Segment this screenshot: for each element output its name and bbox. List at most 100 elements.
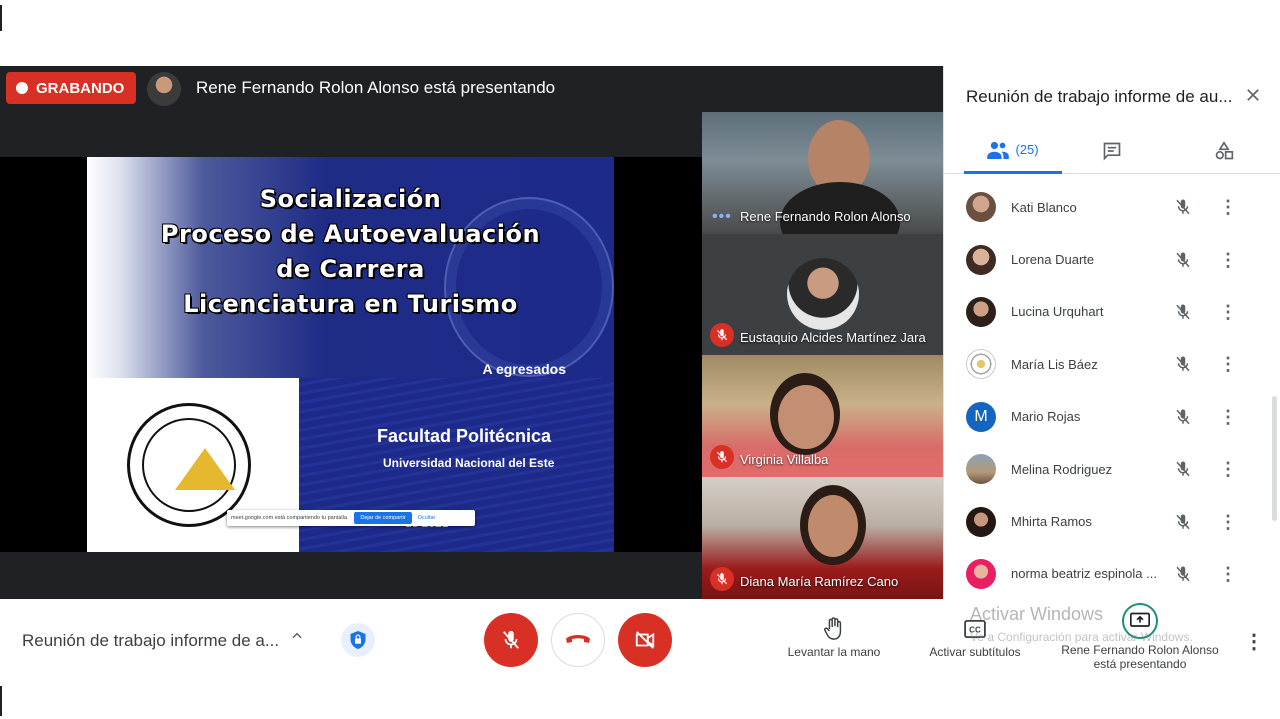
more-options-icon[interactable]: ⋮ <box>1219 511 1237 533</box>
university-name: Universidad Nacional del Este <box>383 456 555 470</box>
tab-activities[interactable] <box>1176 128 1272 174</box>
avatar <box>966 296 996 327</box>
panel-tabs: (25) <box>944 128 1280 174</box>
participant-name: Virginia Villalba <box>740 452 829 467</box>
shared-screen: Socialización Proceso de Autoevaluación … <box>0 157 702 552</box>
participant-name: Rene Fernando Rolon Alonso <box>740 209 911 224</box>
participant-name: Lorena Duarte <box>1011 252 1095 268</box>
activities-icon <box>1215 141 1234 160</box>
more-options-icon[interactable]: ⋮ <box>1219 563 1237 585</box>
mic-off-icon <box>710 323 734 347</box>
list-item[interactable]: M Mario Rojas ⋮ <box>944 391 1280 443</box>
more-options-icon[interactable]: ⋮ <box>1219 249 1237 271</box>
panel-scrollbar[interactable] <box>1272 396 1277 521</box>
tab-chat[interactable] <box>1064 128 1160 174</box>
meeting-safety-button[interactable] <box>341 623 375 657</box>
avatar <box>966 349 996 380</box>
participant-name: Diana María Ramírez Cano <box>740 574 899 589</box>
microphone-toggle-button[interactable] <box>484 613 538 667</box>
participant-video <box>778 385 834 449</box>
list-item[interactable]: Lorena Duarte ⋮ <box>944 233 1280 285</box>
hand-icon <box>824 617 842 640</box>
list-item[interactable]: María Lis Báez ⋮ <box>944 338 1280 390</box>
more-options-icon[interactable]: ⋮ <box>1219 353 1237 375</box>
mic-off-icon[interactable] <box>1172 458 1194 480</box>
participant-video-body <box>780 182 900 234</box>
slide-subtitle: A egresados <box>482 361 566 377</box>
slide-title-line-2: Proceso de Autoevaluación <box>160 220 541 248</box>
list-item[interactable]: norma beatriz espinola ... ⋮ <box>944 548 1280 600</box>
mic-off-icon <box>710 445 734 469</box>
share-notice-text: meet.google.com está compartiendo tu pan… <box>231 515 349 521</box>
participant-tile[interactable]: Diana María Ramírez Cano <box>702 477 943 599</box>
panel-title: Reunión de trabajo informe de au... <box>966 87 1233 106</box>
participant-name: Eustaquio Alcides Martínez Jara <box>740 330 926 345</box>
tab-people[interactable]: (25) <box>964 128 1062 174</box>
recording-badge: GRABANDO <box>6 72 137 104</box>
mic-off-icon[interactable] <box>1172 563 1194 585</box>
slide-title-line-4: Licenciatura en Turismo <box>183 290 518 318</box>
raise-hand-button[interactable]: Levantar la mano <box>784 617 884 659</box>
meet-window: GRABANDO Rene Fernando Rolon Alonso está… <box>0 0 1280 719</box>
participant-name: María Lis Báez <box>1011 356 1098 372</box>
avatar <box>966 244 996 275</box>
screen-share-notice: meet.google.com está compartiendo tu pan… <box>227 510 475 526</box>
people-count: (25) <box>1015 142 1039 157</box>
raise-hand-label: Levantar la mano <box>787 645 881 659</box>
participant-name: Mario Rojas <box>1011 409 1081 425</box>
participant-tile[interactable]: Eustaquio Alcides Martínez Jara <box>702 234 943 355</box>
more-options-icon[interactable]: ⋮ <box>1219 196 1237 218</box>
list-item[interactable]: Melina Rodriguez ⋮ <box>944 443 1280 495</box>
stop-sharing-button[interactable]: Dejar de compartir <box>354 512 412 524</box>
mic-off-icon[interactable] <box>1172 353 1194 375</box>
speaking-indicator-icon: ••• <box>712 208 732 225</box>
chat-icon <box>1103 142 1121 161</box>
avatar <box>966 192 996 223</box>
participant-name: Melina Rodriguez <box>1011 461 1113 477</box>
people-icon <box>987 141 1010 159</box>
presenting-name: Rene Fernando Rolon Alonso <box>1061 643 1219 657</box>
participant-avatar <box>787 258 859 330</box>
more-options-icon[interactable]: ⋮ <box>1219 406 1237 428</box>
list-item[interactable]: Lucina Urquhart ⋮ <box>944 286 1280 338</box>
more-options-icon[interactable]: ⋮ <box>1219 301 1237 323</box>
participant-tile[interactable]: Virginia Villalba <box>702 355 943 477</box>
participant-video <box>808 495 858 557</box>
avatar <box>966 506 996 537</box>
meeting-title[interactable]: Reunión de trabajo informe de a... <box>22 631 279 651</box>
hide-notice-button[interactable]: Ocultar <box>418 515 436 521</box>
more-options-icon[interactable]: ⋮ <box>1244 629 1264 654</box>
chevron-up-icon[interactable] <box>290 629 304 648</box>
windows-activation-watermark: Activar Windows <box>970 604 1104 624</box>
presenter-banner: Rene Fernando Rolon Alonso está presenta… <box>196 78 556 97</box>
mic-off-icon[interactable] <box>1172 249 1194 271</box>
camera-toggle-button[interactable] <box>618 613 672 667</box>
participant-tile[interactable]: ••• Rene Fernando Rolon Alonso <box>702 112 943 234</box>
slide-footer: Facultad Politécnica Universidad Naciona… <box>87 378 614 552</box>
slide-title-line-3: de Carrera <box>276 255 425 283</box>
mic-off-icon <box>502 630 520 649</box>
logo-inner-ring <box>142 418 236 512</box>
close-icon[interactable] <box>1244 84 1262 110</box>
window-edge <box>0 5 2 31</box>
presenter-avatar <box>147 72 181 106</box>
mic-off-icon[interactable] <box>1172 301 1194 323</box>
participant-name: Kati Blanco <box>1011 199 1077 215</box>
mic-off-icon[interactable] <box>1172 196 1194 218</box>
participant-list: Kati Blanco ⋮ Lorena Duarte ⋮ Lucina Urq… <box>944 181 1280 600</box>
participant-name: norma beatriz espinola ... <box>1011 566 1157 582</box>
recording-label: GRABANDO <box>36 79 125 97</box>
logo-emblem-icon <box>175 448 235 490</box>
mic-off-icon[interactable] <box>1172 406 1194 428</box>
presentation-slide: Socialización Proceso de Autoevaluación … <box>87 157 614 552</box>
participant-name: Lucina Urquhart <box>1011 304 1104 320</box>
people-panel: Reunión de trabajo informe de au... (25)… <box>943 66 1280 599</box>
leave-call-button[interactable] <box>551 613 605 667</box>
list-item[interactable]: Kati Blanco ⋮ <box>944 181 1280 233</box>
list-item[interactable]: Mhirta Ramos ⋮ <box>944 495 1280 547</box>
camera-off-icon <box>635 631 655 649</box>
participant-name: Mhirta Ramos <box>1011 514 1092 530</box>
presenting-button[interactable]: Rene Fernando Rolon Alonso está presenta… <box>1055 603 1225 671</box>
mic-off-icon[interactable] <box>1172 511 1194 533</box>
more-options-icon[interactable]: ⋮ <box>1219 458 1237 480</box>
